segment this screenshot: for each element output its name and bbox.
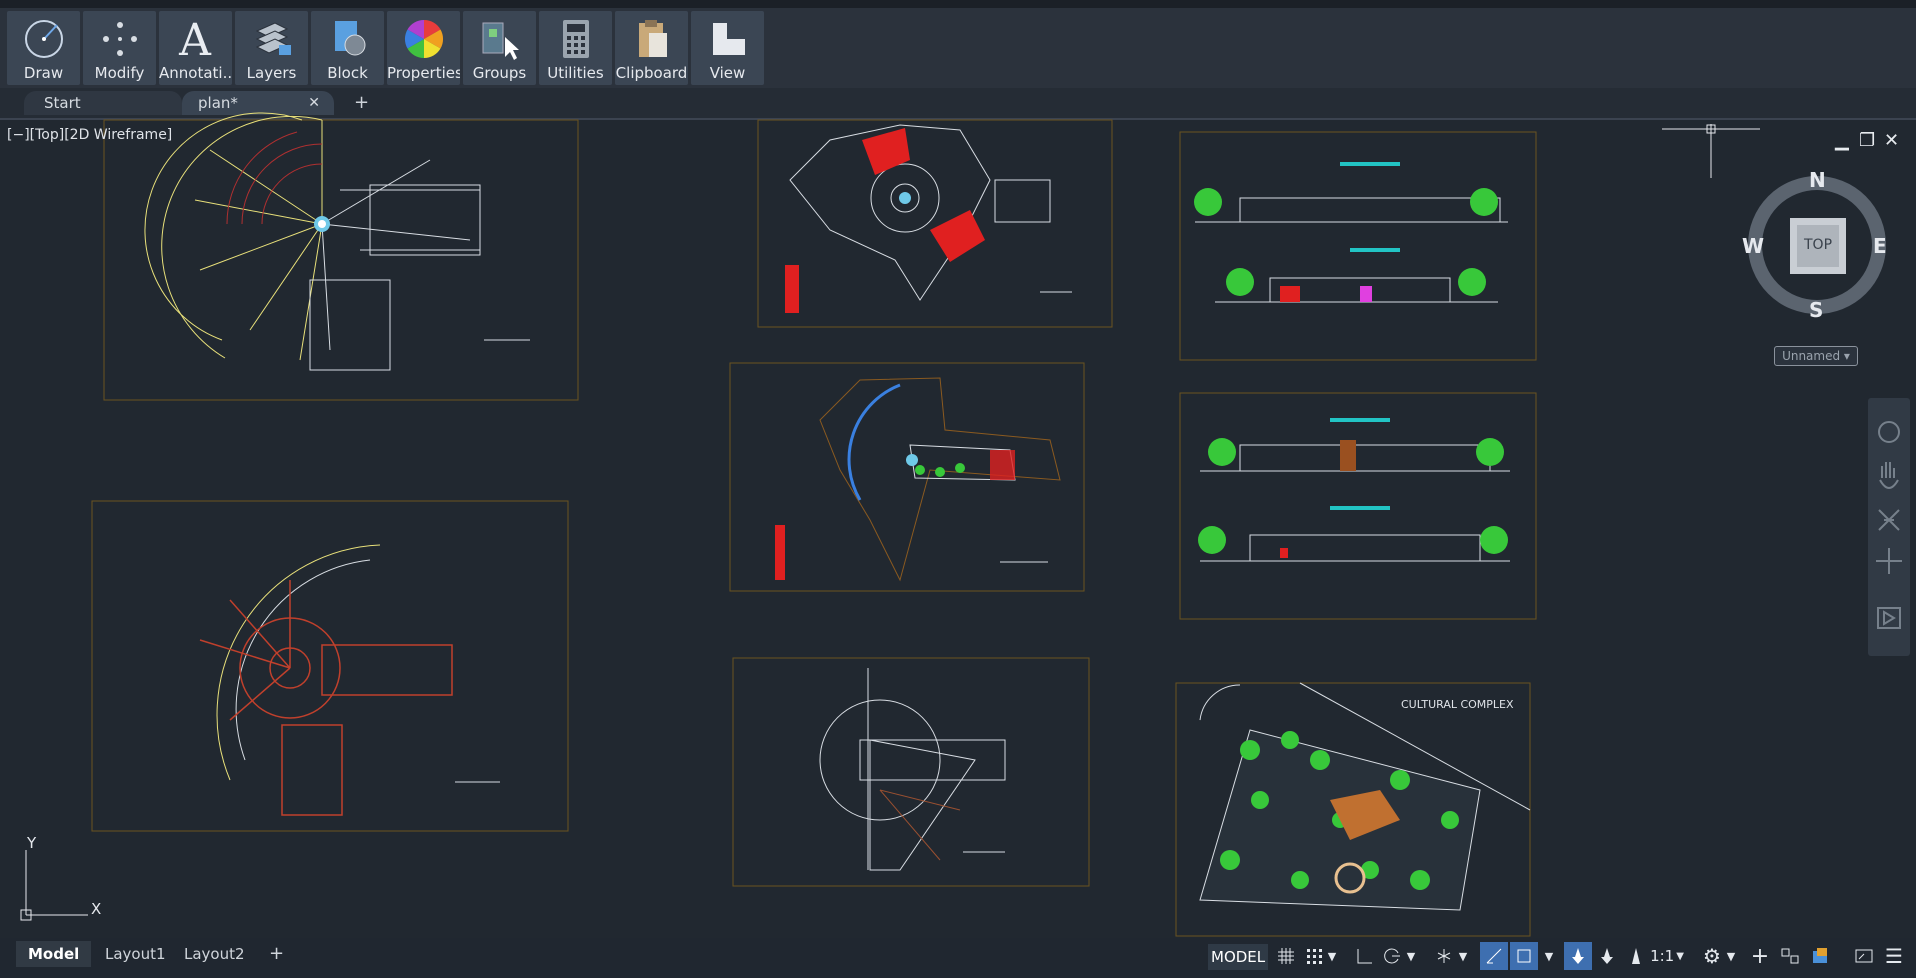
- layout-tab-model[interactable]: Model: [16, 941, 92, 967]
- layout-tab-layout1[interactable]: Layout1: [93, 941, 178, 967]
- dropdown-icon[interactable]: ▼: [1724, 942, 1738, 970]
- navigation-bar: [1868, 398, 1910, 656]
- add-layout-icon: +: [269, 943, 285, 964]
- viewcube-west[interactable]: W: [1742, 234, 1764, 258]
- annotation-button-label: Annotati...: [159, 64, 232, 82]
- properties-button-label: Properties: [387, 64, 460, 82]
- modify-button[interactable]: Modify: [83, 11, 156, 85]
- layout-tab-layout1-label: Layout1: [105, 945, 166, 963]
- object-snap-tracking-icon[interactable]: [1480, 942, 1508, 970]
- ucs-dropdown[interactable]: Unnamed ▾: [1774, 346, 1858, 366]
- view-button-label: View: [709, 64, 746, 82]
- auto-scale-icon[interactable]: [1593, 942, 1621, 970]
- clipboard-button[interactable]: Clipboard: [615, 11, 688, 85]
- isolate-icon[interactable]: [1776, 942, 1804, 970]
- restore-icon[interactable]: ❐: [1859, 130, 1875, 151]
- clipboard-paste-icon: [615, 17, 688, 61]
- new-tab-button[interactable]: +: [354, 92, 369, 113]
- close-icon[interactable]: ✕: [1884, 130, 1899, 151]
- fullscreen-icon[interactable]: [1850, 942, 1878, 970]
- view-icon: [691, 17, 764, 61]
- utilities-button[interactable]: Utilities: [539, 11, 612, 85]
- dropdown-icon[interactable]: ▼: [1325, 942, 1339, 970]
- draw-button-label: Draw: [23, 64, 64, 82]
- layers-icon: [235, 17, 308, 61]
- snap-icon[interactable]: [1300, 942, 1328, 970]
- draw-button[interactable]: Draw: [7, 11, 80, 85]
- annotation-text-icon: A: [159, 15, 232, 66]
- modify-button-label: Modify: [94, 64, 145, 82]
- annotation-scale-value[interactable]: 1:1 ▼: [1650, 942, 1684, 970]
- tab-start[interactable]: Start: [24, 91, 182, 115]
- new-tab-icon: +: [354, 92, 370, 113]
- model-viewport[interactable]: [6, 120, 1910, 938]
- model-space-button[interactable]: MODEL: [1208, 944, 1269, 970]
- file-tab-bar: Start plan* ✕ +: [0, 88, 1916, 120]
- draw-circle-icon: [7, 17, 80, 61]
- annotation-scale-icon[interactable]: [1622, 942, 1650, 970]
- properties-color-wheel-icon: [387, 17, 460, 61]
- add-layout-button[interactable]: +: [257, 941, 296, 967]
- layout-tab-model-label: Model: [28, 945, 80, 963]
- groups-button[interactable]: Groups: [463, 11, 536, 85]
- isodraft-icon[interactable]: [1430, 942, 1458, 970]
- ortho-icon[interactable]: [1350, 942, 1378, 970]
- polar-icon[interactable]: [1378, 942, 1406, 970]
- tab-plan-label: plan*: [198, 94, 238, 112]
- layout-tab-layout2-label: Layout2: [184, 945, 245, 963]
- annotation-button[interactable]: A Annotati...: [159, 11, 232, 85]
- viewcube[interactable]: N S E W TOP: [1742, 168, 1895, 322]
- block-insert-icon: [311, 17, 384, 61]
- utilities-button-label: Utilities: [547, 64, 604, 82]
- layers-button-label: Layers: [246, 64, 297, 82]
- dropdown-icon[interactable]: ▼: [1542, 942, 1556, 970]
- properties-button[interactable]: Properties: [387, 11, 460, 85]
- scale-label: 1:1: [1650, 947, 1675, 965]
- grid-icon[interactable]: [1272, 942, 1300, 970]
- add-icon[interactable]: +: [1746, 942, 1774, 970]
- viewcube-top-face[interactable]: TOP: [1804, 237, 1832, 253]
- workspace-gear-icon[interactable]: ⚙: [1698, 942, 1726, 970]
- hardware-accel-icon[interactable]: [1806, 942, 1834, 970]
- dropdown-icon[interactable]: ▼: [1456, 942, 1470, 970]
- ribbon-panel: Draw Modify A Annotati... Layers Block P…: [0, 8, 1916, 88]
- viewcube-east[interactable]: E: [1873, 234, 1887, 258]
- tab-close-icon[interactable]: ✕: [308, 91, 320, 115]
- viewcube-south[interactable]: S: [1809, 298, 1823, 322]
- layers-button[interactable]: Layers: [235, 11, 308, 85]
- block-button-label: Block: [327, 64, 368, 82]
- svg-text:A: A: [178, 17, 212, 61]
- customize-menu-icon[interactable]: ☰: [1880, 942, 1908, 970]
- tab-start-label: Start: [44, 94, 81, 112]
- object-snap-icon[interactable]: [1510, 942, 1538, 970]
- utilities-calculator-icon: [539, 17, 612, 61]
- groups-button-label: Groups: [472, 64, 527, 82]
- tab-plan[interactable]: plan* ✕: [182, 91, 334, 115]
- groups-icon: [463, 17, 536, 61]
- clipboard-button-label: Clipboard: [615, 64, 688, 82]
- viewcube-north[interactable]: N: [1809, 168, 1826, 192]
- layout-tab-layout2[interactable]: Layout2: [172, 941, 257, 967]
- viewport-controls-label[interactable]: [−][Top][2D Wireframe]: [7, 127, 172, 143]
- modify-move-icon: [83, 17, 156, 61]
- minimize-icon[interactable]: ▁: [1835, 130, 1849, 151]
- annotation-visibility-icon[interactable]: [1564, 942, 1592, 970]
- status-bar: Model Layout1 Layout2 + MODEL ▼ ▼ ▼ ▼ 1:…: [0, 938, 1916, 978]
- menu-bar: [0, 0, 1916, 8]
- view-button[interactable]: View: [691, 11, 764, 85]
- navigation-bar-icons: [1876, 421, 1902, 629]
- block-button[interactable]: Block: [311, 11, 384, 85]
- dropdown-icon[interactable]: ▼: [1404, 942, 1418, 970]
